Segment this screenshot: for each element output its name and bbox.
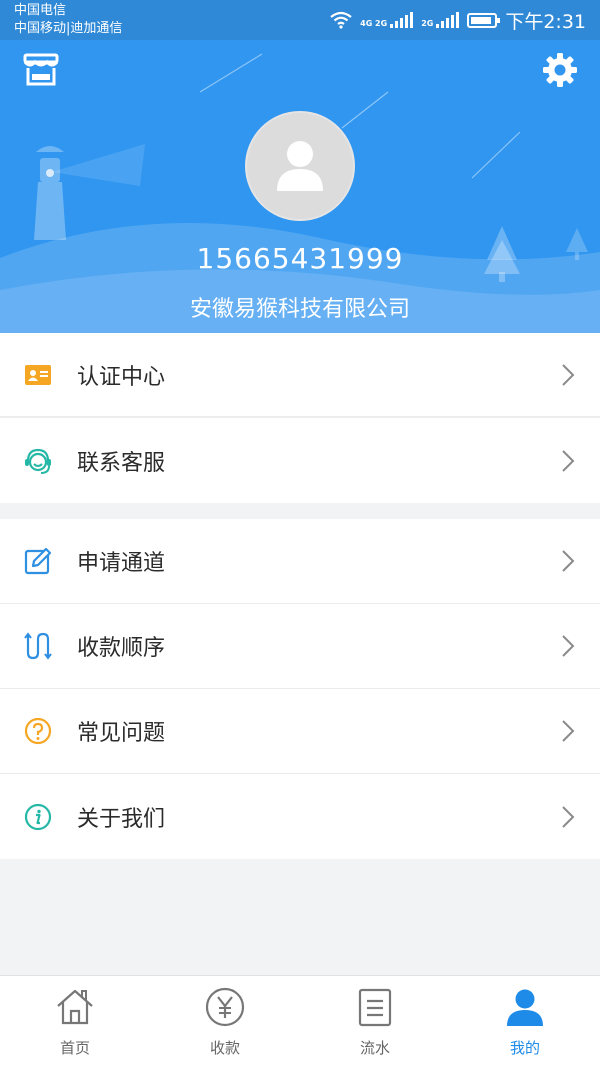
tab-label-collect: 收款 <box>209 1039 240 1057</box>
chevron-right-icon <box>562 363 575 386</box>
status-bar: 中国电信 中国移动|迪加通信 4G 2G 2G 下午2:31 <box>0 0 600 40</box>
chevron-right-icon <box>562 635 575 657</box>
profile-header: 15665431999 安徽易猴科技有限公司 <box>0 40 600 333</box>
gear-icon <box>543 53 577 87</box>
menu-label-payment-order: 收款顺序 <box>77 636 166 661</box>
edit-icon <box>22 545 54 577</box>
signal-2-icon: 2G <box>421 12 460 28</box>
menu-item-about-us[interactable]: 关于我们 <box>0 774 600 859</box>
menu-item-apply-channel[interactable]: 申请通道 <box>0 519 600 604</box>
home-icon <box>54 986 96 1028</box>
menu-label-certification: 认证中心 <box>77 364 166 390</box>
carrier-2: 中国移动|迪加通信 <box>14 21 123 36</box>
settings-button[interactable] <box>542 52 578 88</box>
user-icon <box>504 986 546 1028</box>
question-icon <box>22 715 54 747</box>
list-icon <box>354 986 396 1028</box>
menu-label-about-us: 关于我们 <box>77 806 166 832</box>
chevron-right-icon <box>562 449 575 472</box>
yuan-icon <box>204 986 246 1028</box>
menu-group-1: 认证中心 联系客服 <box>0 333 600 503</box>
battery-icon <box>467 12 501 28</box>
store-icon <box>23 53 59 86</box>
tab-label-home: 首页 <box>59 1039 90 1057</box>
clock: 下午2:31 <box>505 10 586 33</box>
menu-group-2: 申请通道 收款顺序 常见问题 关于我们 <box>0 519 600 859</box>
phone-number: 15665431999 <box>196 242 404 275</box>
tab-mine[interactable]: 我的 <box>450 976 600 1067</box>
avatar[interactable] <box>245 111 355 221</box>
id-card-icon <box>22 359 54 391</box>
menu-item-payment-order[interactable]: 收款顺序 <box>0 604 600 689</box>
chevron-right-icon <box>562 550 575 572</box>
status-icons: 4G 2G 2G 下午2:31 <box>330 7 586 33</box>
menu-item-certification[interactable]: 认证中心 <box>0 333 600 418</box>
menu-item-customer-service[interactable]: 联系客服 <box>0 418 600 503</box>
tab-label-mine: 我的 <box>509 1039 540 1057</box>
signal-2-label: 2G <box>421 19 434 28</box>
tab-label-transactions: 流水 <box>359 1039 390 1057</box>
chevron-right-icon <box>562 720 575 742</box>
wifi-icon <box>330 11 352 29</box>
signal-1-icon: 4G 2G <box>360 12 414 28</box>
store-button[interactable] <box>22 52 60 88</box>
user-avatar-icon <box>277 141 323 191</box>
menu-item-faq[interactable]: 常见问题 <box>0 689 600 774</box>
bottom-tab-bar: 首页 收款 流水 我的 <box>0 975 600 1067</box>
menu-label-customer-service: 联系客服 <box>77 450 166 476</box>
signal-1-label: 4G 2G <box>360 19 388 28</box>
customer-service-icon <box>22 445 54 477</box>
company-name: 安徽易猴科技有限公司 <box>189 297 410 322</box>
menu-label-apply-channel: 申请通道 <box>77 551 166 576</box>
menu-label-faq: 常见问题 <box>77 721 166 746</box>
carrier-1: 中国电信 <box>14 3 67 18</box>
order-icon <box>22 630 54 662</box>
tab-home[interactable]: 首页 <box>0 976 150 1067</box>
chevron-right-icon <box>562 805 575 828</box>
info-icon <box>22 801 54 833</box>
tab-collect[interactable]: 收款 <box>150 976 300 1067</box>
tab-transactions[interactable]: 流水 <box>300 976 450 1067</box>
